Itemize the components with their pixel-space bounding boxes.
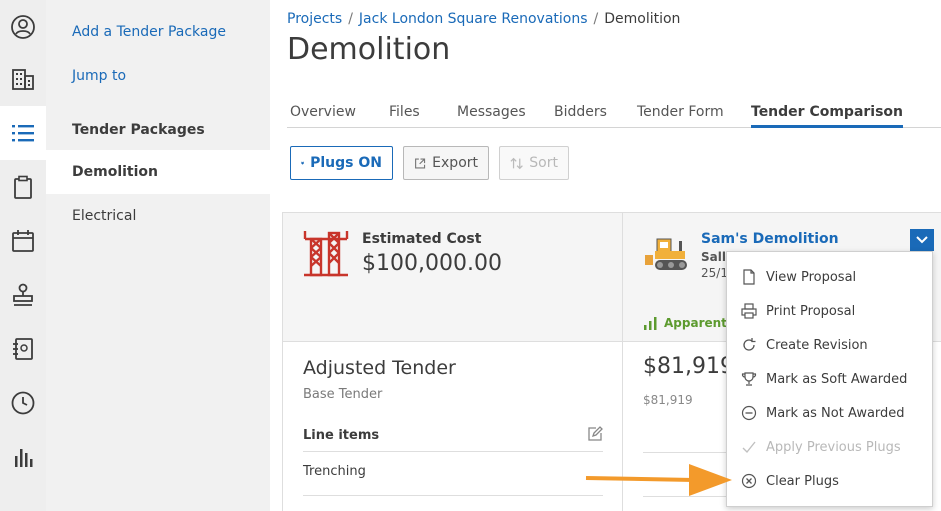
list-icon [12,125,34,142]
tab-files[interactable]: Files [389,104,420,128]
divider [643,452,733,453]
minus-circle-icon [741,405,757,421]
menu-item-mark-not-awarded[interactable]: Mark as Not Awarded [727,396,932,430]
menu-item-apply-previous-plugs[interactable]: Apply Previous Plugs [727,430,932,464]
subnav-item-demolition[interactable]: Demolition [46,150,270,194]
breadcrumb: Projects / Jack London Square Renovations /… [287,11,680,27]
rail-item-clipboard[interactable] [0,160,46,214]
tender-packages-heading: Tender Packages [72,122,205,138]
page-title: Demolition [287,32,451,67]
signal-bars-icon [644,317,657,330]
estimated-cost-value: $100,000.00 [362,251,502,276]
sort-label: Sort [529,155,558,171]
sort-icon [510,157,523,169]
clipboard-icon [14,175,32,199]
rail-item-stamp[interactable] [0,268,46,322]
x-circle-icon [741,473,757,489]
rail-item-address-book[interactable] [0,322,46,376]
address-book-icon [13,338,33,360]
plug-icon [301,161,304,165]
rail-item-user[interactable] [0,0,46,54]
rail-item-list[interactable] [0,106,46,160]
breadcrumb-current: Demolition [604,11,681,27]
subnav-item-electrical[interactable]: Electrical [46,194,270,238]
tab-bar: Overview Files Messages Bidders Tender F… [287,104,941,128]
menu-item-label: Create Revision [766,337,868,353]
trophy-icon [741,372,757,386]
calendar-icon [12,230,34,252]
menu-item-label: Mark as Not Awarded [766,405,905,421]
bulldozer-logo [645,238,687,270]
clock-icon [11,391,35,415]
menu-item-label: View Proposal [766,269,857,285]
bid-base-amount: $81,919 [643,393,693,407]
add-tender-package-link[interactable]: Add a Tender Package [72,24,226,40]
sort-button[interactable]: Sort [499,146,569,180]
bidder-date: 25/1 [701,266,728,280]
check-icon [742,441,756,454]
stamp-icon [13,283,33,306]
breadcrumb-separator: / [593,11,599,27]
tender-package-nav: Add a Tender Package Jump to Tender Pack… [46,0,270,511]
menu-item-label: Print Proposal [766,303,856,319]
adjusted-tender-cell: Adjusted Tender Base Tender Line items T… [283,342,623,511]
breadcrumb-project[interactable]: Jack London Square Renovations [359,11,588,27]
menu-item-create-revision[interactable]: Create Revision [727,328,932,362]
export-button[interactable]: Export [403,146,489,180]
plugs-toggle-button[interactable]: Plugs ON [290,146,393,180]
tab-overview[interactable]: Overview [290,104,356,128]
chevron-down-icon [916,236,928,244]
menu-item-view-proposal[interactable]: View Proposal [727,260,932,294]
line-items-header: Line items [303,418,603,452]
icon-rail [0,0,46,511]
bid-total-amount: $81,919 [643,354,734,379]
annotation-arrow [585,464,732,496]
rail-item-building[interactable] [0,52,46,106]
bidder-name-link[interactable]: Sam's Demolition [701,231,839,247]
breadcrumb-projects[interactable]: Projects [287,11,342,27]
export-label: Export [432,155,478,171]
line-item-label: Trenching [303,464,366,479]
breadcrumb-separator: / [348,11,353,27]
menu-item-print-proposal[interactable]: Print Proposal [727,294,932,328]
jump-to-link[interactable]: Jump to [72,68,126,84]
menu-item-label: Mark as Soft Awarded [766,371,908,387]
rail-item-reports[interactable] [0,430,46,484]
line-items-label: Line items [303,428,380,443]
tab-tender-comparison[interactable]: Tender Comparison [751,104,904,128]
document-icon [743,269,755,285]
menu-item-mark-soft-awarded[interactable]: Mark as Soft Awarded [727,362,932,396]
bar-chart-icon [15,449,33,467]
construction-crane-logo [303,231,349,277]
menu-item-label: Clear Plugs [766,473,839,489]
user-icon [11,15,35,39]
refresh-icon [743,338,756,351]
bidder-actions-dropdown-toggle[interactable] [910,229,934,251]
line-item-row: Trenching [303,452,603,496]
tab-tender-form[interactable]: Tender Form [637,104,724,128]
menu-item-label: Apply Previous Plugs [766,439,901,455]
base-tender-label: Base Tender [303,387,383,402]
rail-item-clock[interactable] [0,376,46,430]
edit-icon[interactable] [587,426,603,442]
rail-item-calendar[interactable] [0,214,46,268]
building-icon [12,69,34,90]
estimate-header-cell: Estimated Cost $100,000.00 [283,213,623,342]
plugs-label: Plugs ON [310,155,382,171]
export-icon [415,157,426,169]
menu-item-clear-plugs[interactable]: Clear Plugs [727,464,932,498]
printer-icon [741,303,757,319]
adjusted-tender-title: Adjusted Tender [303,357,456,379]
bidder-actions-menu: View Proposal Print Proposal Create Revi… [726,251,933,507]
tab-bidders[interactable]: Bidders [554,104,607,128]
tab-messages[interactable]: Messages [457,104,526,128]
estimated-cost-label: Estimated Cost [362,231,482,247]
